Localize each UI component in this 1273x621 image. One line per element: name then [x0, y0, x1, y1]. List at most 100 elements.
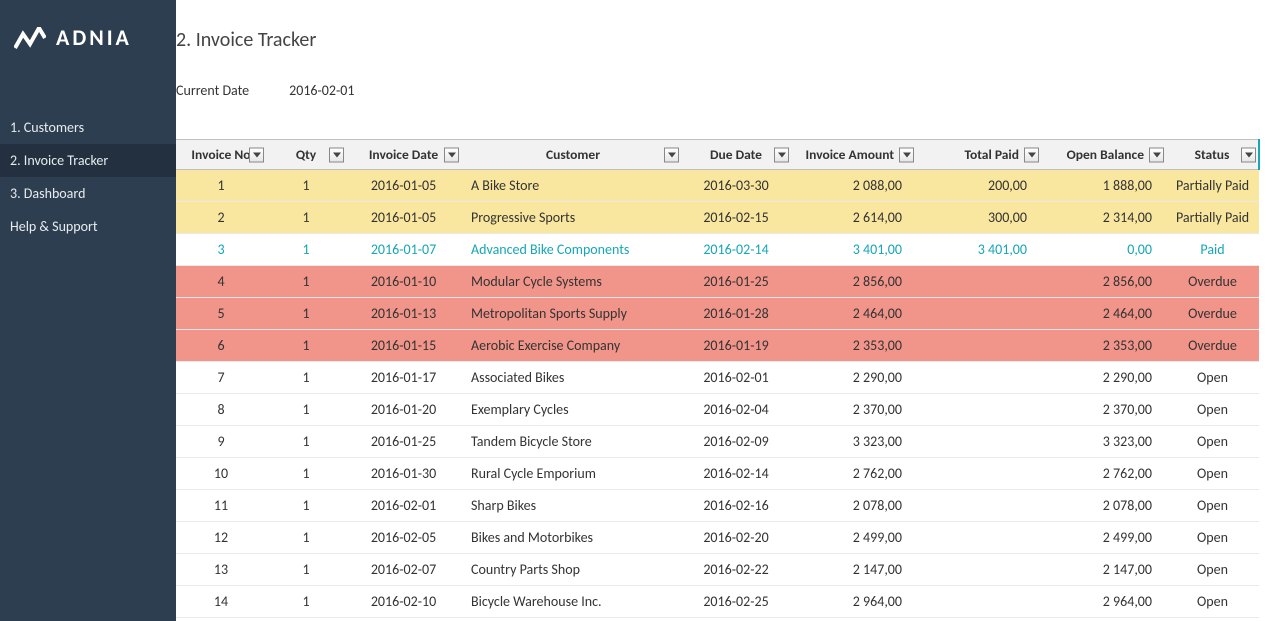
table-row[interactable]: 412016-01-10Modular Cycle Systems2016-01… [176, 266, 1259, 298]
cell-status: Open [1166, 394, 1259, 426]
main-content: 2. Invoice Tracker Current Date 2016-02-… [176, 0, 1273, 621]
sidebar-item-invoice-tracker[interactable]: 2. Invoice Tracker [0, 144, 176, 177]
table-row[interactable]: 912016-01-25Tandem Bicycle Store2016-02-… [176, 426, 1259, 458]
sidebar-item-dashboard[interactable]: 3. Dashboard [0, 177, 176, 210]
cell-total-paid [916, 490, 1041, 522]
cell-invoice-no: 14 [176, 586, 266, 618]
filter-icon[interactable] [249, 147, 264, 162]
cell-due-date: 2016-01-19 [681, 330, 791, 362]
table-row[interactable]: 512016-01-13Metropolitan Sports Supply20… [176, 298, 1259, 330]
filter-icon[interactable] [774, 147, 789, 162]
filter-icon[interactable] [1024, 147, 1039, 162]
cell-due-date: 2016-03-30 [681, 170, 791, 202]
cell-open-balance: 2 353,00 [1041, 330, 1166, 362]
table-row[interactable]: 312016-01-07Advanced Bike Components2016… [176, 234, 1259, 266]
cell-invoice-amount: 2 078,00 [791, 490, 916, 522]
cell-status: Open [1166, 490, 1259, 522]
table-row[interactable]: 1412016-02-10Bicycle Warehouse Inc.2016-… [176, 586, 1259, 618]
cell-invoice-date: 2016-01-25 [346, 426, 461, 458]
current-date-value: 2016-02-01 [289, 82, 354, 99]
col-label: Invoice No [191, 146, 250, 163]
cell-due-date: 2016-02-04 [681, 394, 791, 426]
filter-icon[interactable] [1149, 147, 1164, 162]
table-row[interactable]: 712016-01-17Associated Bikes2016-02-012 … [176, 362, 1259, 394]
filter-icon[interactable] [899, 147, 914, 162]
cell-open-balance: 2 964,00 [1041, 586, 1166, 618]
table-row[interactable]: 812016-01-20Exemplary Cycles2016-02-042 … [176, 394, 1259, 426]
cell-invoice-amount: 2 856,00 [791, 266, 916, 298]
cell-invoice-no: 6 [176, 330, 266, 362]
table-row[interactable]: 1012016-01-30Rural Cycle Emporium2016-02… [176, 458, 1259, 490]
cell-invoice-no: 1 [176, 170, 266, 202]
cell-invoice-amount: 2 353,00 [791, 330, 916, 362]
col-due-date: Due Date [681, 140, 791, 170]
cell-due-date: 2016-02-01 [681, 362, 791, 394]
brand-name: ADNIA [56, 24, 132, 51]
cell-invoice-date: 2016-02-07 [346, 554, 461, 586]
filter-icon[interactable] [664, 147, 679, 162]
cell-qty: 1 [266, 554, 346, 586]
cell-open-balance: 1 888,00 [1041, 170, 1166, 202]
filter-icon[interactable] [1241, 147, 1256, 162]
cell-invoice-amount: 2 290,00 [791, 362, 916, 394]
filter-icon[interactable] [329, 147, 344, 162]
cell-open-balance: 2 078,00 [1041, 490, 1166, 522]
col-status: Status [1166, 140, 1259, 170]
table-row[interactable]: 1312016-02-07Country Parts Shop2016-02-2… [176, 554, 1259, 586]
table-row[interactable]: 112016-01-05A Bike Store2016-03-302 088,… [176, 170, 1259, 202]
cell-total-paid [916, 458, 1041, 490]
cell-qty: 1 [266, 394, 346, 426]
col-total-paid: Total Paid [916, 140, 1041, 170]
cell-total-paid [916, 554, 1041, 586]
sidebar-item-help-support[interactable]: Help & Support [0, 210, 176, 243]
cell-qty: 1 [266, 586, 346, 618]
table-row[interactable]: 612016-01-15Aerobic Exercise Company2016… [176, 330, 1259, 362]
col-open-balance: Open Balance [1041, 140, 1166, 170]
cell-invoice-date: 2016-01-07 [346, 234, 461, 266]
cell-qty: 1 [266, 202, 346, 234]
cell-open-balance: 2 499,00 [1041, 522, 1166, 554]
col-customer: Customer [461, 140, 681, 170]
cell-total-paid [916, 298, 1041, 330]
cell-invoice-no: 4 [176, 266, 266, 298]
col-label: Invoice Amount [806, 146, 894, 163]
cell-customer: Progressive Sports [461, 202, 681, 234]
cell-invoice-amount: 2 464,00 [791, 298, 916, 330]
cell-qty: 1 [266, 170, 346, 202]
table-row[interactable]: 1112016-02-01Sharp Bikes2016-02-162 078,… [176, 490, 1259, 522]
cell-status: Open [1166, 586, 1259, 618]
cell-qty: 1 [266, 458, 346, 490]
cell-customer: Aerobic Exercise Company [461, 330, 681, 362]
cell-invoice-date: 2016-01-10 [346, 266, 461, 298]
table-header-row: Invoice No Qty Invoice Date Customer Due… [176, 140, 1259, 170]
sidebar-item-customers[interactable]: 1. Customers [0, 111, 176, 144]
cell-customer: Sharp Bikes [461, 490, 681, 522]
cell-total-paid [916, 330, 1041, 362]
cell-customer: Modular Cycle Systems [461, 266, 681, 298]
cell-qty: 1 [266, 362, 346, 394]
cell-open-balance: 2 370,00 [1041, 394, 1166, 426]
filter-icon[interactable] [444, 147, 459, 162]
cell-total-paid [916, 394, 1041, 426]
table-row[interactable]: 1212016-02-05Bikes and Motorbikes2016-02… [176, 522, 1259, 554]
cell-invoice-no: 11 [176, 490, 266, 522]
cell-invoice-date: 2016-02-10 [346, 586, 461, 618]
col-invoice-amount: Invoice Amount [791, 140, 916, 170]
current-date-row: Current Date 2016-02-01 [176, 52, 1273, 139]
page-title: 2. Invoice Tracker [176, 0, 1273, 52]
cell-due-date: 2016-02-20 [681, 522, 791, 554]
cell-due-date: 2016-02-09 [681, 426, 791, 458]
cell-customer: Bikes and Motorbikes [461, 522, 681, 554]
col-label: Customer [546, 146, 600, 163]
cell-invoice-amount: 2 762,00 [791, 458, 916, 490]
cell-qty: 1 [266, 426, 346, 458]
cell-open-balance: 2 464,00 [1041, 298, 1166, 330]
col-invoice-date: Invoice Date [346, 140, 461, 170]
col-qty: Qty [266, 140, 346, 170]
cell-invoice-amount: 2 614,00 [791, 202, 916, 234]
col-label: Due Date [710, 146, 762, 163]
cell-status: Overdue [1166, 298, 1259, 330]
cell-total-paid [916, 426, 1041, 458]
table-row[interactable]: 212016-01-05Progressive Sports2016-02-15… [176, 202, 1259, 234]
cell-customer: Exemplary Cycles [461, 394, 681, 426]
